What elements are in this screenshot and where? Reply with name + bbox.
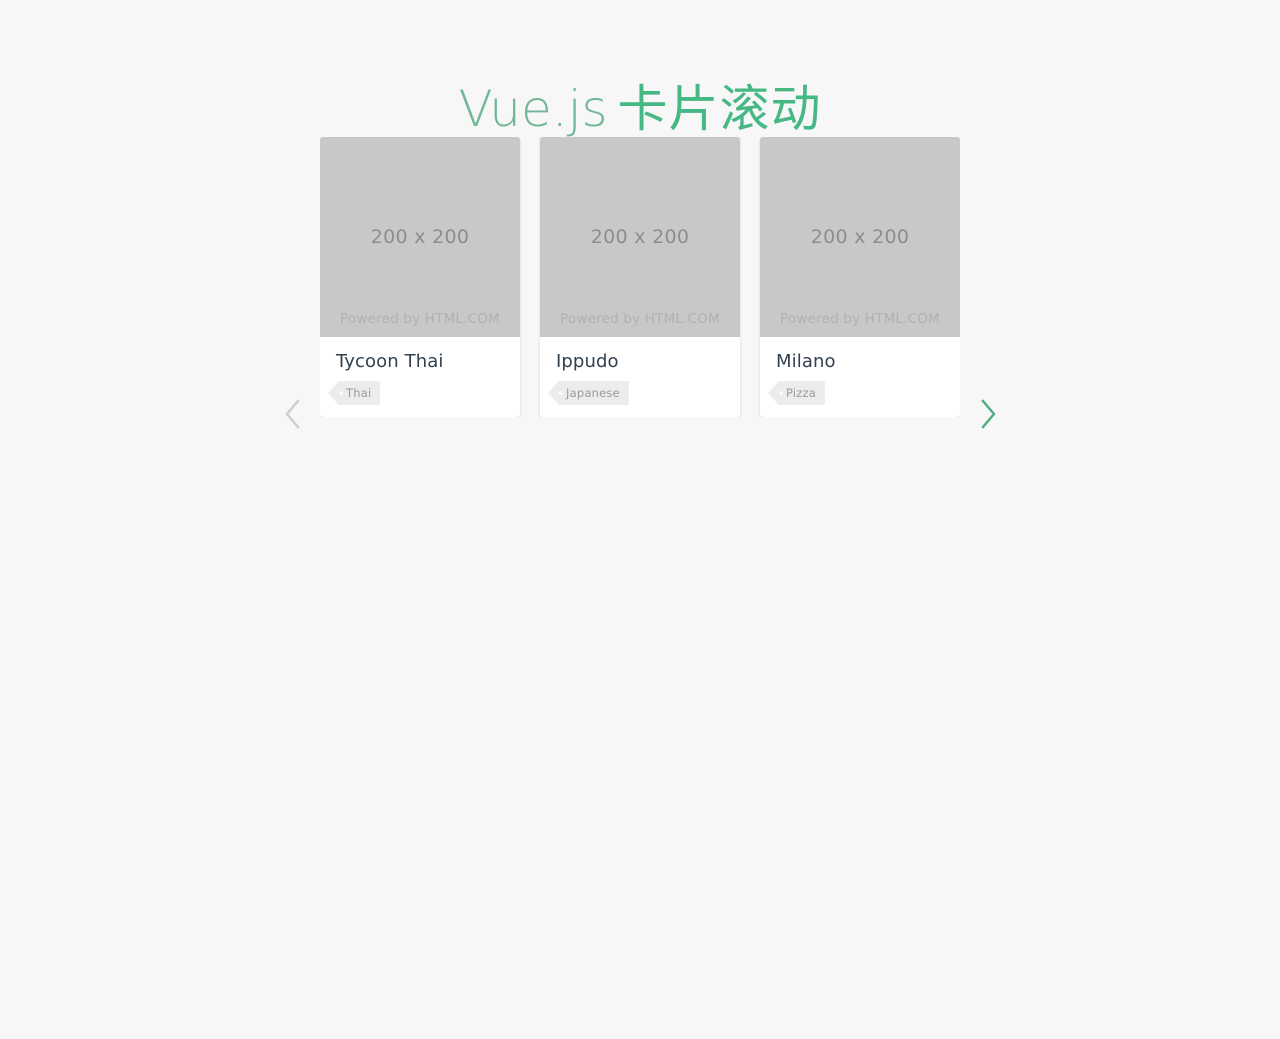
tag-hole-icon — [779, 391, 783, 395]
card-tag[interactable]: Japanese — [548, 381, 629, 405]
card-tag-label: Thai — [346, 386, 372, 400]
placeholder-size-label: 200 x 200 — [370, 226, 470, 248]
card-tag-label: Japanese — [566, 386, 620, 400]
chevron-left-icon — [284, 399, 300, 429]
carousel-next-button[interactable] — [968, 274, 1008, 554]
card-title: Tycoon Thai — [336, 351, 444, 372]
placeholder-credit-label: Powered by HTML.COM — [780, 311, 940, 327]
card-body: Milano Pizza — [760, 337, 960, 417]
placeholder-size-label: 200 x 200 — [810, 226, 910, 248]
chevron-right-icon — [980, 399, 996, 429]
placeholder-size-label: 200 x 200 — [590, 226, 690, 248]
card-image-placeholder: 200 x 200 Powered by HTML.COM — [320, 137, 520, 337]
card-title: Ippudo — [556, 351, 619, 372]
card-tag[interactable]: Thai — [328, 381, 381, 405]
page-title-cjk: 卡片滚动 — [617, 79, 822, 138]
card-image-placeholder: 200 x 200 Powered by HTML.COM — [760, 137, 960, 337]
page-title: Vue.js 卡片滚动 — [0, 70, 1280, 148]
card-image-placeholder: 200 x 200 Powered by HTML.COM — [540, 137, 740, 337]
card[interactable]: 200 x 200 Powered by HTML.COM Tycoon Tha… — [320, 137, 520, 417]
carousel-prev-button[interactable] — [272, 274, 312, 554]
card[interactable]: 200 x 200 Powered by HTML.COM Ippudo Jap… — [540, 137, 740, 417]
tag-hole-icon — [559, 391, 563, 395]
page-title-latin: Vue.js — [458, 79, 608, 138]
card-tag-label: Pizza — [786, 386, 816, 400]
carousel-track[interactable]: 200 x 200 Powered by HTML.COM Tycoon Tha… — [320, 137, 960, 417]
card-body: Ippudo Japanese — [540, 337, 740, 417]
card-title: Milano — [776, 351, 836, 372]
placeholder-credit-label: Powered by HTML.COM — [560, 311, 720, 327]
card[interactable]: 200 x 200 Powered by HTML.COM Milano Piz… — [760, 137, 960, 417]
card-carousel: 200 x 200 Powered by HTML.COM Tycoon Tha… — [0, 137, 1280, 429]
card-tag[interactable]: Pizza — [768, 381, 825, 405]
placeholder-credit-label: Powered by HTML.COM — [340, 311, 500, 327]
carousel-viewport: 200 x 200 Powered by HTML.COM Tycoon Tha… — [320, 137, 960, 417]
tag-hole-icon — [339, 391, 343, 395]
card-body: Tycoon Thai Thai — [320, 337, 520, 417]
